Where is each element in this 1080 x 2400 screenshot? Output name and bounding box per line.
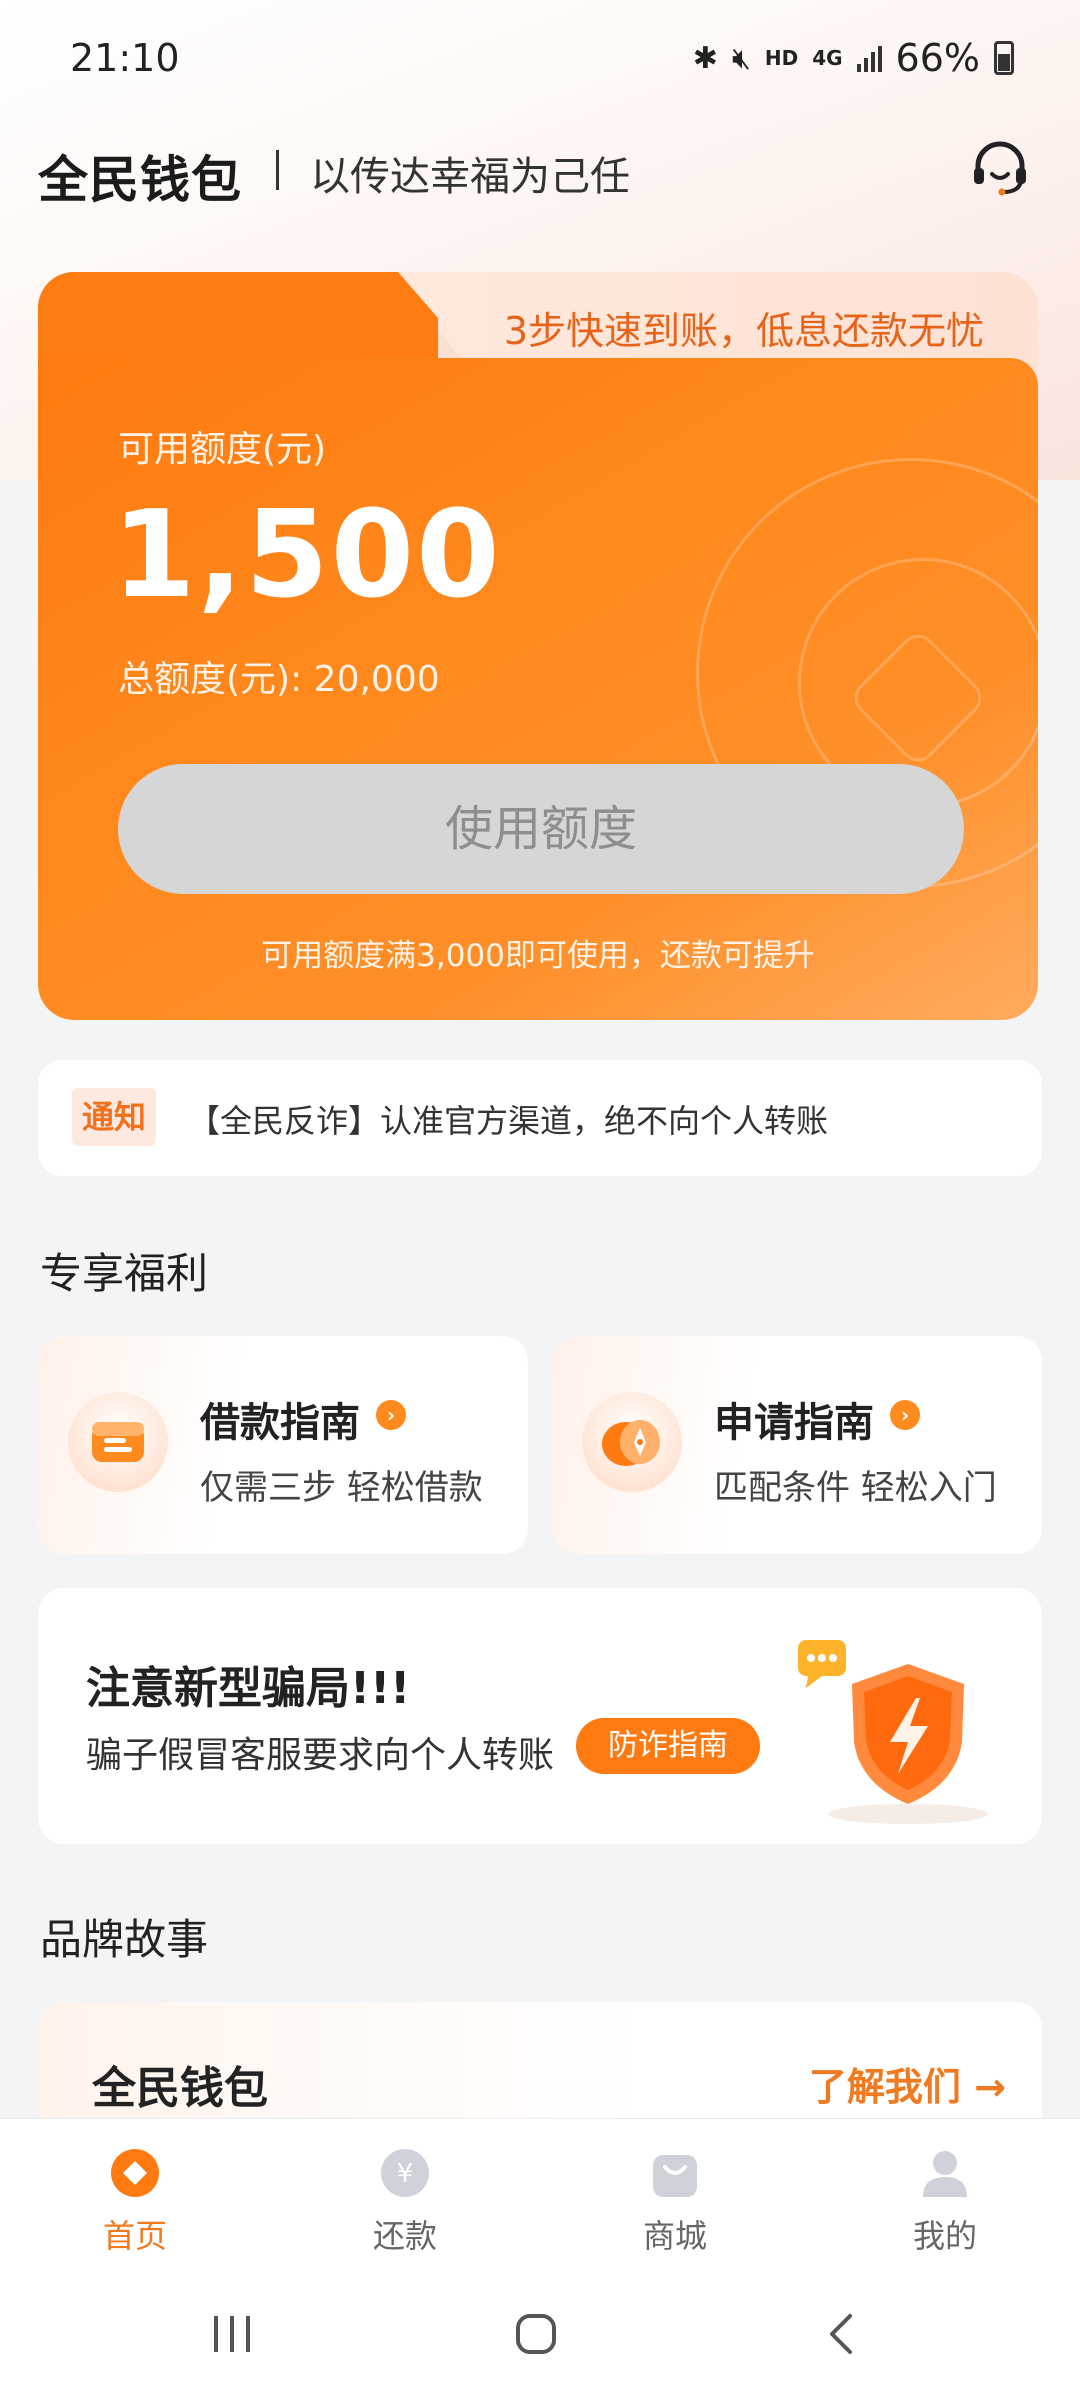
hd-badge: HD [764,46,799,70]
status-bar: 21:10 ✱ 🔇︎ HD 4G 66% [0,0,1080,120]
fraud-subtitle: 骗子假冒客服要求向个人转账 [86,1735,555,1776]
fraud-title: 注意新型骗局!!! [86,1663,411,1714]
card-banner-text: 3步快速到账，低息还款无忧 [503,309,984,353]
benefit-subtitle: 仅需三步 轻松借款 [200,1468,483,1508]
credit-hint: 可用额度满3,000即可使用，还款可提升 [261,938,815,974]
shield-lightning-icon [798,1640,988,1824]
chevron-right-icon: › [890,1400,920,1430]
available-credit-label: 可用额度(元) [118,429,327,470]
shopping-bag-icon [653,2155,697,2197]
compass-icon [582,1392,682,1492]
app-name: 全民钱包 [38,151,242,209]
headset-icon[interactable] [968,136,1032,200]
app-slogan: 以传达幸福为己任 [310,154,630,200]
signal-icon [856,44,882,72]
about-us-link[interactable]: 了解我们 → [809,2056,1006,2111]
home-button-icon[interactable] [514,2312,558,2356]
user-icon [923,2151,967,2197]
mute-icon: 🔇︎ [731,40,751,76]
wallet-card-icon [68,1392,168,1492]
benefit-card-apply-guide[interactable]: 申请指南 › 匹配条件 轻松入门 [552,1336,1042,1554]
nav-label: 首页 [102,2217,167,2255]
nav-item-home[interactable]: 首页 [55,2147,215,2257]
battery-icon [994,41,1014,75]
app-header: 全民钱包 以传达幸福为己任 [0,130,1080,210]
recent-apps-icon[interactable] [210,2312,256,2356]
nav-label: 我的 [912,2217,977,2255]
available-credit-amount: 1,500 [112,486,502,625]
credit-card: 可用额度(元) 1,500 总额度(元): 20,000 使用额度 可用额度满3… [38,358,1038,1020]
benefit-title: 借款指南 [200,1400,360,1446]
brand-story-card[interactable]: 全民钱包 了解我们 → [38,2002,1042,2122]
notice-bar[interactable]: 通知 【全民反诈】认准官方渠道，绝不向个人转账 [38,1060,1042,1176]
header-divider [276,150,279,190]
benefits-section-title: 专享福利 [40,1249,209,1298]
benefit-card-loan-guide[interactable]: 借款指南 › 仅需三步 轻松借款 [38,1336,528,1554]
system-nav-bar [0,2268,1080,2400]
use-credit-button[interactable]: 使用额度 [118,764,964,894]
chevron-right-icon: › [376,1400,406,1430]
back-icon[interactable] [820,2312,864,2356]
nav-item-repay[interactable]: ¥ 还款 [325,2147,485,2257]
total-credit-label: 总额度(元): 20,000 [118,659,440,700]
fraud-warning-banner[interactable]: 注意新型骗局!!! 骗子假冒客服要求向个人转账 防诈指南 [38,1588,1042,1844]
benefit-subtitle: 匹配条件 轻松入门 [714,1468,997,1508]
svg-text:¥: ¥ [397,2159,414,2189]
home-icon [111,2149,159,2197]
brand-section-title: 品牌故事 [40,1915,209,1964]
yuan-icon: ¥ [381,2149,429,2197]
bottom-nav: 首页 ¥ 还款 商城 我的 [0,2118,1080,2268]
benefit-title: 申请指南 [714,1400,874,1446]
nav-item-me[interactable]: 我的 [865,2147,1025,2257]
nav-item-mall[interactable]: 商城 [595,2147,755,2257]
brand-name: 全民钱包 [92,2063,268,2114]
notice-tag: 通知 [72,1088,157,1146]
status-time: 21:10 [70,36,180,80]
nav-label: 商城 [642,2217,707,2255]
nav-label: 还款 [372,2217,437,2255]
anti-fraud-guide-button[interactable]: 防诈指南 [576,1718,760,1774]
bluetooth-icon: ✱ [692,40,718,76]
status-icons: ✱ 🔇︎ HD 4G 66% [693,36,1014,80]
network-badge: 4G [812,46,843,70]
battery-percent: 66% [895,36,980,80]
notice-text: 【全民反诈】认准官方渠道，绝不向个人转账 [188,1102,829,1140]
